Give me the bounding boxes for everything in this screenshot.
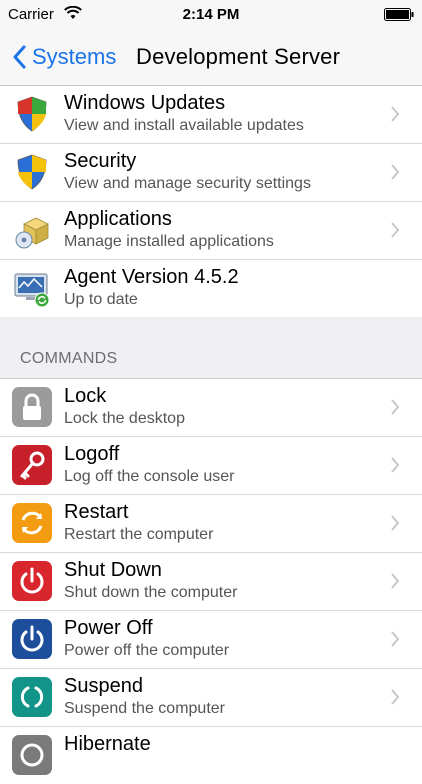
list-item-windows-updates[interactable]: Windows Updates View and install availab… [0, 86, 422, 144]
item-title: Power Off [64, 617, 153, 639]
chevron-right-icon [391, 631, 400, 647]
item-title: Windows Updates [64, 92, 226, 114]
chevron-right-icon [391, 689, 400, 705]
chevron-right-icon [391, 164, 400, 180]
agent-monitor-icon [14, 273, 50, 308]
applications-icon [15, 217, 49, 249]
status-bar: Carrier 2:14 PM [0, 0, 422, 30]
item-subtitle: Restart the computer [64, 526, 214, 543]
chevron-right-icon [391, 106, 400, 122]
navigation-bar: Systems Development Server [0, 30, 422, 86]
item-title: Hibernate [64, 733, 151, 755]
back-button[interactable]: Systems [12, 42, 116, 72]
command-shut-down[interactable]: Shut Down Shut down the computer [0, 553, 422, 611]
chevron-right-icon [391, 222, 400, 238]
status-time: 2:14 PM [182, 6, 240, 23]
item-title: Applications [64, 208, 172, 230]
command-logoff[interactable]: Logoff Log off the console user [0, 437, 422, 495]
item-subtitle: Log off the console user [64, 468, 235, 485]
item-title: Lock [64, 385, 107, 407]
chevron-left-icon [13, 45, 26, 69]
item-subtitle: Suspend the computer [64, 700, 225, 717]
item-title: Logoff [64, 443, 120, 465]
chevron-right-icon [391, 515, 400, 531]
command-suspend[interactable]: Suspend Suspend the computer [0, 669, 422, 727]
item-title: Shut Down [64, 559, 162, 581]
chevron-right-icon [391, 573, 400, 589]
item-subtitle: View and manage security settings [64, 175, 311, 192]
system-list: Windows Updates View and install availab… [0, 86, 422, 317]
item-subtitle: Manage installed applications [64, 233, 274, 250]
page-title: Development Server [136, 44, 341, 69]
key-icon [12, 445, 52, 485]
windows-updates-shield-icon [17, 96, 47, 132]
power-icon [12, 561, 52, 601]
command-hibernate[interactable]: Hibernate [0, 727, 422, 784]
security-shield-icon [17, 154, 47, 190]
battery-icon [384, 8, 414, 21]
list-item-agent-version: Agent Version 4.5.2 Up to date [0, 260, 422, 317]
item-title: Security [64, 150, 137, 172]
lock-icon [12, 387, 52, 427]
commands-list: Lock Lock the desktop Logoff Log off the… [0, 378, 422, 784]
hibernate-icon [12, 735, 52, 775]
back-button-label: Systems [32, 44, 117, 69]
power-icon [12, 619, 52, 659]
item-title: Agent Version 4.5.2 [64, 266, 239, 288]
command-restart[interactable]: Restart Restart the computer [0, 495, 422, 553]
item-subtitle: Up to date [64, 291, 138, 308]
chevron-right-icon [391, 399, 400, 415]
restart-icon [12, 503, 52, 543]
command-lock[interactable]: Lock Lock the desktop [0, 379, 422, 437]
item-subtitle: Shut down the computer [64, 584, 238, 601]
list-item-applications[interactable]: Applications Manage installed applicatio… [0, 202, 422, 260]
suspend-icon [12, 677, 52, 717]
item-subtitle: View and install available updates [64, 117, 304, 134]
item-subtitle: Lock the desktop [64, 410, 185, 427]
chevron-right-icon [391, 457, 400, 473]
item-title: Restart [64, 501, 129, 523]
list-item-security[interactable]: Security View and manage security settin… [0, 144, 422, 202]
command-power-off[interactable]: Power Off Power off the computer [0, 611, 422, 669]
section-header-commands: COMMANDS [20, 350, 118, 367]
item-subtitle: Power off the computer [64, 642, 230, 659]
item-title: Suspend [64, 675, 143, 697]
